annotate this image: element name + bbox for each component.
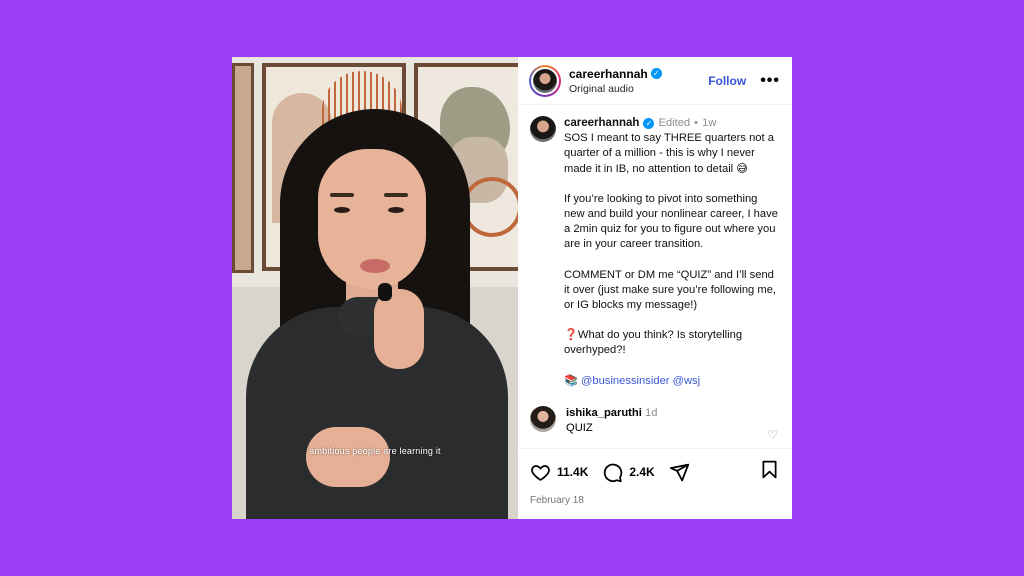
caption-author-avatar[interactable] — [530, 116, 556, 142]
post-caption-area: careerhannah ✓ Edited • 1w SOS I meant t… — [518, 105, 792, 448]
caption-paragraph: If you’re looking to pivot into somethin… — [564, 192, 778, 251]
bookmark-icon — [762, 460, 777, 479]
person-hand — [306, 427, 390, 487]
save-button[interactable] — [759, 459, 780, 485]
person-brow — [330, 193, 354, 197]
like-count: 11.4K — [557, 465, 589, 479]
person-hand — [374, 289, 424, 369]
post-header: careerhannah ✓ Original audio Follow ••• — [518, 57, 792, 105]
comment-icon — [604, 463, 623, 482]
post-caption: careerhannah ✓ Edited • 1w SOS I meant t… — [530, 116, 780, 389]
like-button[interactable]: 11.4K — [530, 462, 588, 483]
caption-header: careerhannah ✓ Edited • 1w — [564, 116, 780, 131]
wall-art-left — [232, 63, 254, 273]
comment-text: QUIZ — [566, 422, 593, 434]
person-brow — [384, 193, 408, 197]
commenter-avatar[interactable] — [530, 406, 556, 432]
audio-label[interactable]: Original audio — [569, 83, 708, 95]
verified-badge-icon: ✓ — [650, 68, 662, 79]
separator: • — [694, 117, 699, 129]
heart-icon — [531, 464, 550, 481]
post-date: February 18 — [530, 495, 584, 506]
books-emoji-icon: 📚 — [564, 374, 578, 387]
comment-age: 1d — [644, 407, 658, 419]
caption-paragraph: SOS I meant to say THREE quarters not a … — [564, 132, 774, 175]
caption-mentions: 📚 @businessinsider @wsj — [564, 374, 780, 389]
commenter-username[interactable]: ishika_paruthi — [566, 407, 642, 419]
author-avatar[interactable] — [529, 64, 561, 97]
person-eye — [334, 207, 350, 213]
author-info: careerhannah ✓ Original audio — [569, 67, 708, 95]
action-row: 11.4K 2.4K — [530, 459, 780, 485]
post-side-panel: careerhannah ✓ Original audio Follow •••… — [518, 57, 792, 519]
video-caption-overlay: ambitious people are learning it — [309, 446, 441, 456]
post-age: 1w — [702, 117, 717, 129]
share-button[interactable] — [669, 462, 690, 483]
follow-button[interactable]: Follow — [708, 74, 746, 88]
comment-content: ishika_paruthi 1d QUIZ — [566, 406, 657, 436]
send-icon — [669, 463, 689, 481]
caption-username[interactable]: careerhannah — [564, 116, 639, 131]
microphone — [378, 283, 392, 301]
comment-button[interactable]: 2.4K — [602, 462, 655, 483]
author-name-row: careerhannah ✓ — [569, 67, 708, 81]
comment: ishika_paruthi 1d QUIZ ♡ — [530, 406, 780, 442]
caption-paragraph: ❓What do you think? Is storytelling over… — [564, 329, 743, 357]
person-lips — [360, 259, 390, 273]
caption-content: careerhannah ✓ Edited • 1w SOS I meant t… — [564, 116, 780, 389]
comment-like-icon[interactable]: ♡ — [767, 428, 778, 442]
person-eye — [388, 207, 404, 213]
instagram-post-card: ambitious people are learning it careerh… — [232, 57, 792, 519]
reel-video[interactable]: ambitious people are learning it — [232, 57, 518, 519]
mention-links[interactable]: @businessinsider @wsj — [581, 375, 700, 387]
comment-count: 2.4K — [629, 465, 655, 479]
author-username[interactable]: careerhannah — [569, 67, 648, 81]
caption-paragraph: COMMENT or DM me “QUIZ” and I’ll send it… — [564, 268, 777, 312]
edited-label: Edited — [658, 117, 691, 129]
verified-badge-icon: ✓ — [643, 118, 655, 130]
more-options-icon[interactable]: ••• — [760, 72, 780, 88]
post-actions: 11.4K 2.4K February 18 — [518, 448, 792, 519]
